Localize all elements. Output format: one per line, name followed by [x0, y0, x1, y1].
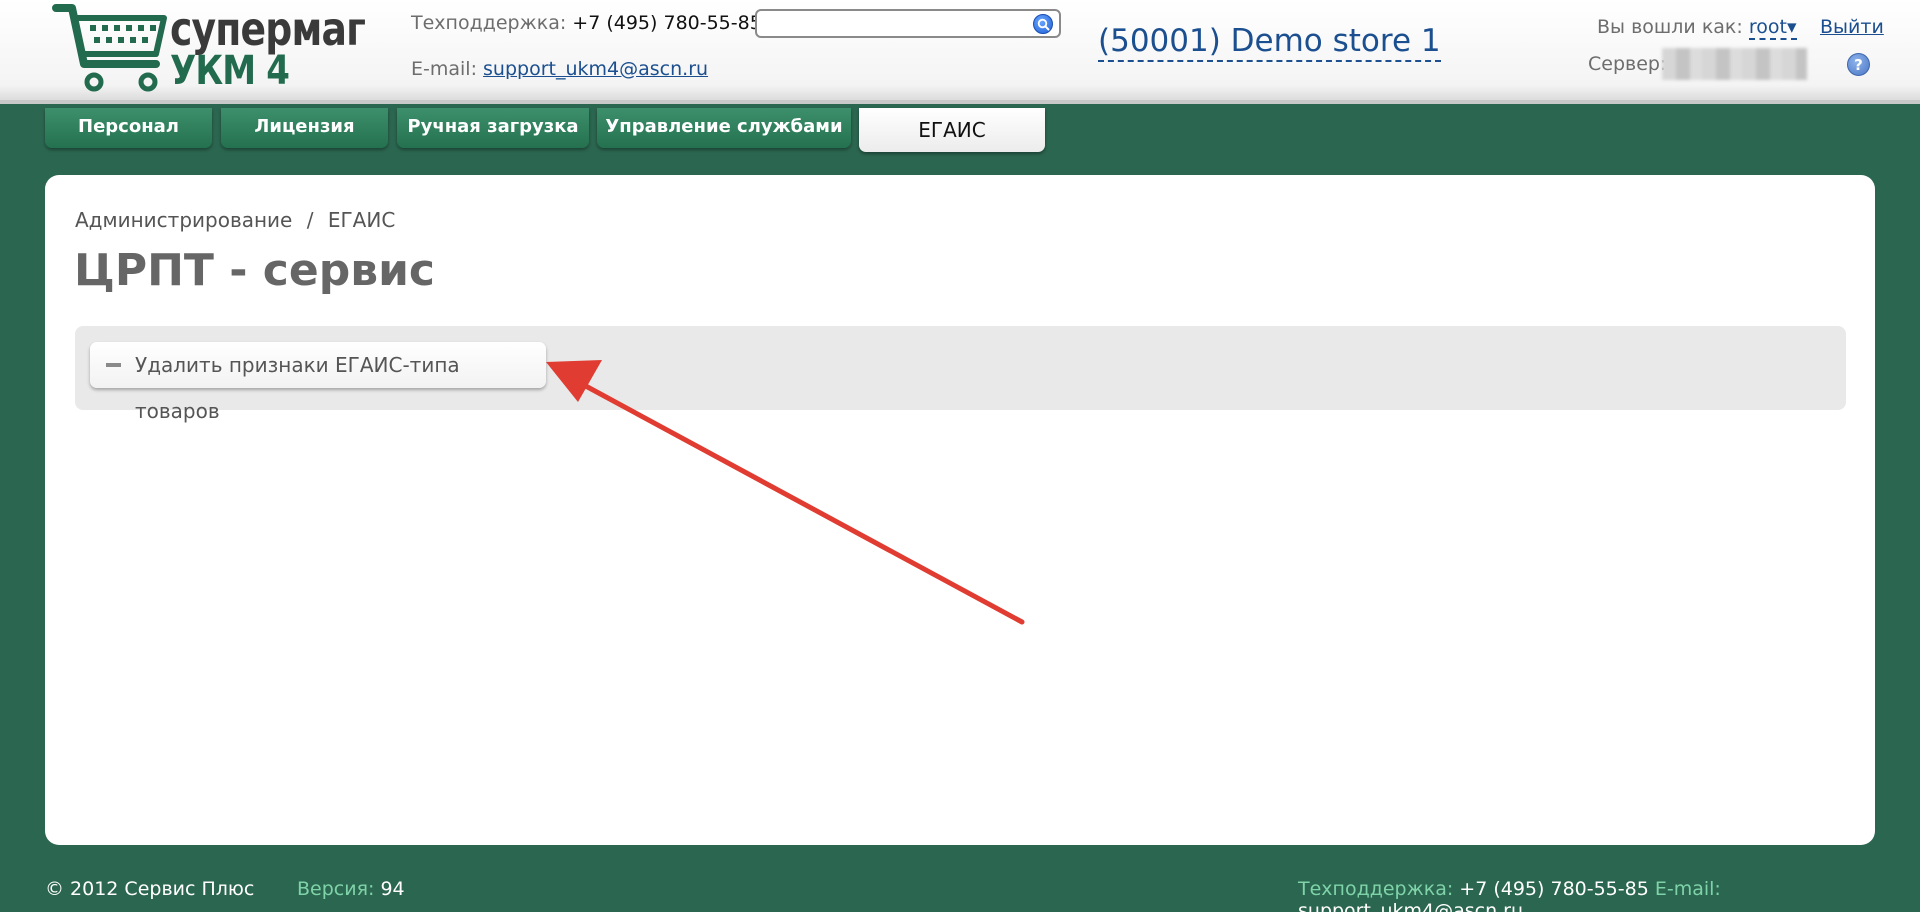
logo-subtitle: УКМ 4 — [170, 48, 290, 94]
support-phone: +7 (495) 780-55-85 — [572, 12, 762, 34]
support-label: Техподдержка: — [411, 12, 567, 34]
logo[interactable]: супермаг УКМ 4 — [52, 2, 366, 96]
breadcrumb-separator: / — [306, 208, 314, 232]
search-box — [755, 9, 1061, 38]
support-phone-line: Техподдержка: +7 (495) 780-55-85 — [411, 12, 762, 34]
user-menu[interactable]: root▾ — [1748, 16, 1797, 40]
search-icon — [1037, 18, 1050, 31]
store-selector[interactable]: (50001) Demo store 1 — [1098, 22, 1441, 62]
user-name: root — [1748, 16, 1787, 38]
footer-support-label: Техподдержка: — [1298, 878, 1454, 900]
search-button[interactable] — [1033, 14, 1053, 34]
main-content: Администрирование / ЕГАИС ЦРПТ - сервис … — [45, 175, 1875, 845]
footer-support: Техподдержка: +7 (495) 780-55-85 E-mail:… — [1298, 878, 1920, 912]
tab-license[interactable]: Лицензия — [221, 108, 388, 148]
tab-personnel[interactable]: Персонал — [45, 108, 212, 148]
version-label: Версия: — [297, 878, 375, 900]
tab-egais[interactable]: ЕГАИС — [859, 108, 1045, 152]
footer-email-label: E-mail: — [1654, 878, 1721, 900]
shopping-cart-icon — [52, 4, 167, 92]
action-label: Удалить признаки ЕГАИС-типа товаров — [135, 353, 460, 423]
search-input[interactable] — [763, 11, 1033, 35]
server-label: Сервер: — [1588, 53, 1667, 75]
tab-manual-load[interactable]: Ручная загрузка — [397, 108, 589, 148]
email-label: E-mail: — [411, 58, 477, 80]
breadcrumb-current[interactable]: ЕГАИС — [328, 208, 395, 232]
footer-copyright: © 2012 Сервис Плюс — [45, 878, 255, 900]
support-email-line: E-mail: support_ukm4@ascn.ru — [411, 58, 708, 80]
logout-link[interactable]: Выйти — [1820, 16, 1884, 38]
action-panel: Удалить признаки ЕГАИС-типа товаров — [75, 326, 1846, 423]
page-title: ЦРПТ - сервис — [74, 245, 435, 296]
footer-version: Версия: 94 — [297, 878, 405, 900]
support-email-link[interactable]: support_ukm4@ascn.ru — [483, 58, 708, 80]
breadcrumb: Администрирование / ЕГАИС — [75, 208, 395, 232]
minus-icon — [106, 363, 121, 367]
logged-in-label: Вы вошли как: — [1597, 16, 1743, 38]
tab-services[interactable]: Управление службами — [597, 108, 851, 148]
login-info: Вы вошли как: root▾ — [1597, 16, 1797, 40]
breadcrumb-root[interactable]: Администрирование — [75, 208, 292, 232]
app-header: супермаг УКМ 4 Техподдержка: +7 (495) 78… — [0, 0, 1920, 104]
footer-email-link[interactable]: support_ukm4@ascn.ru — [1298, 900, 1523, 912]
chevron-down-icon: ▾ — [1786, 16, 1797, 38]
footer-support-phone: +7 (495) 780-55-85 — [1459, 878, 1649, 900]
version-value: 94 — [380, 878, 405, 900]
server-value-redacted — [1662, 48, 1807, 80]
help-icon[interactable]: ? — [1847, 53, 1870, 76]
remove-egais-flags-button[interactable]: Удалить признаки ЕГАИС-типа товаров — [90, 342, 546, 423]
